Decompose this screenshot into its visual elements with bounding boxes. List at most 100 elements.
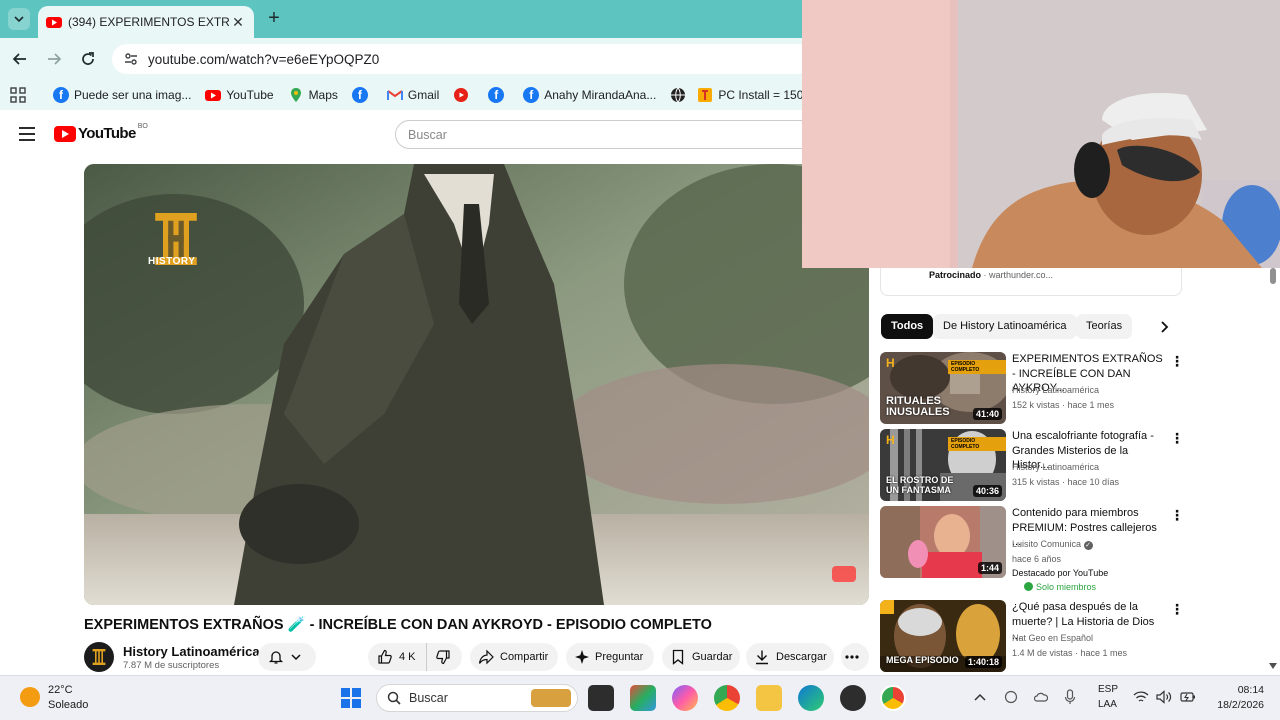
recommendation-channel: History Latinoamérica xyxy=(1012,385,1100,395)
taskbar-app-chrome[interactable] xyxy=(714,685,740,711)
reload-icon xyxy=(82,52,94,65)
bell-icon xyxy=(268,651,284,664)
save-button[interactable]: Guardar xyxy=(662,643,740,671)
dislike-button[interactable] xyxy=(426,643,462,671)
bookmark-item[interactable]: f xyxy=(488,87,509,103)
address-bar[interactable]: youtube.com/watch?v=e6eEYpOQPZ0 xyxy=(112,44,812,74)
input-layout[interactable]: LAA xyxy=(1098,699,1117,710)
recommendation-channel: Nat Geo en Español xyxy=(1012,633,1094,643)
like-button[interactable]: 4 K xyxy=(368,643,426,671)
members-icon xyxy=(1024,582,1033,591)
bookmark-item[interactable] xyxy=(453,87,474,103)
chevron-up-icon[interactable] xyxy=(974,692,986,702)
sponsored-domain: warthunder.co... xyxy=(989,270,1054,280)
windows-start-icon[interactable] xyxy=(340,687,362,709)
recommendation-item[interactable]: 1:44 Contenido para miembros PREMIUM: Po… xyxy=(880,506,1184,592)
wifi-icon[interactable] xyxy=(1133,690,1149,704)
bookmark-item[interactable]: PC Install = 150... xyxy=(697,87,813,103)
video-thumbnail[interactable]: MEGA EPISODIO 1:40:18 xyxy=(880,600,1006,672)
bookmark-item[interactable]: f Anahy MirandaAna... xyxy=(523,87,656,103)
battery-icon[interactable] xyxy=(1180,690,1196,704)
bookmark-item[interactable]: f Puede ser una imag... xyxy=(53,87,191,103)
input-language[interactable]: ESP xyxy=(1098,684,1118,695)
more-vertical-icon[interactable]: ⋮ xyxy=(1170,354,1184,370)
taskbar-app-edge[interactable] xyxy=(798,685,824,711)
microphone-icon[interactable] xyxy=(1064,689,1076,705)
history-watermark-text: HISTORY xyxy=(148,256,196,267)
facebook-icon: f xyxy=(523,87,540,103)
youtube-logo[interactable]: YouTube BO xyxy=(54,123,148,142)
duration-badge: 41:40 xyxy=(972,408,1002,420)
bookmark-item[interactable]: Maps xyxy=(288,87,338,103)
recommendation-item[interactable]: H EPISODIO COMPLETO RITUALES INUSUALES 4… xyxy=(880,352,1184,424)
site-info-icon[interactable] xyxy=(120,48,142,70)
facebook-icon: f xyxy=(351,87,368,103)
chevron-right-icon[interactable] xyxy=(1158,320,1170,334)
clock-time[interactable]: 08:14 xyxy=(1234,684,1264,696)
recommendation-meta: 315 k vistas · hace 10 días xyxy=(1012,477,1120,487)
youtube-icon xyxy=(205,90,222,101)
weather-sun-icon[interactable] xyxy=(20,687,40,707)
taskbar-app-game[interactable] xyxy=(630,685,656,711)
download-icon xyxy=(756,650,768,665)
apps-grid-button[interactable] xyxy=(10,87,31,103)
back-button[interactable] xyxy=(8,47,32,71)
forward-button[interactable] xyxy=(42,47,66,71)
chip-channel[interactable]: De History Latinoamérica xyxy=(933,314,1077,339)
network-icon[interactable] xyxy=(1004,690,1018,704)
taskbar-app-recorder[interactable] xyxy=(840,685,866,711)
recommendation-item[interactable]: MEGA EPISODIO 1:40:18 ¿Qué pasa después … xyxy=(880,600,1184,672)
more-vertical-icon[interactable]: ⋮ xyxy=(1170,508,1184,524)
bookmark-item[interactable]: YouTube xyxy=(205,87,274,103)
cloud-icon[interactable] xyxy=(1034,690,1048,704)
share-button[interactable]: Compartir xyxy=(470,643,558,671)
weather-temperature[interactable]: 22°C xyxy=(48,684,73,696)
tab-search-button[interactable] xyxy=(8,8,30,30)
weather-condition[interactable]: Soleado xyxy=(48,699,88,711)
bookmark-item[interactable]: f xyxy=(351,87,373,103)
chip-theories[interactable]: Teorías xyxy=(1076,314,1133,339)
scroll-down-arrow-icon[interactable] xyxy=(1268,662,1278,670)
video-thumbnail[interactable]: H EPISODIO COMPLETO EL ROSTRO DE UN FANT… xyxy=(880,429,1006,501)
sponsored-label: Patrocinado xyxy=(929,270,982,280)
clock-date[interactable]: 18/2/2026 xyxy=(1212,699,1264,711)
youtube-search-input[interactable]: Buscar xyxy=(395,120,805,149)
more-actions-button[interactable] xyxy=(841,643,869,671)
chevron-down-icon xyxy=(14,16,24,23)
download-button[interactable]: Descargar xyxy=(746,643,834,671)
youtube-icon xyxy=(454,88,469,102)
channel-avatar[interactable] xyxy=(84,642,114,672)
taskbar-app-file-explorer[interactable] xyxy=(756,685,782,711)
recommendation-meta: 1.4 M de vistas · hace 1 mes xyxy=(1012,648,1128,658)
taskbar-app-copilot[interactable] xyxy=(672,685,698,711)
taskbar-search-input[interactable]: Buscar xyxy=(376,684,578,712)
more-vertical-icon[interactable]: ⋮ xyxy=(1170,602,1184,618)
sponsored-card[interactable]: Patrocinado · warthunder.co... xyxy=(880,266,1182,296)
taskbar-app-chrome-profile[interactable] xyxy=(880,685,906,711)
active-tab[interactable]: (394) EXPERIMENTOS EXTRAÑOS ✕ xyxy=(38,6,254,38)
volume-icon[interactable] xyxy=(1156,690,1172,704)
tab-close-icon[interactable]: ✕ xyxy=(230,14,246,30)
more-vertical-icon[interactable]: ⋮ xyxy=(1170,431,1184,447)
webcam-feed xyxy=(802,0,1280,268)
menu-icon[interactable] xyxy=(18,126,36,142)
recommendation-meta: 152 k vistas · hace 1 mes xyxy=(1012,400,1115,410)
reload-button[interactable] xyxy=(76,47,100,71)
bookmark-item[interactable] xyxy=(670,87,691,103)
video-thumbnail[interactable]: 1:44 xyxy=(880,506,1006,578)
apps-grid-icon xyxy=(10,87,26,103)
new-tab-button[interactable]: + xyxy=(264,8,284,29)
channel-name[interactable]: History Latinoamérica xyxy=(123,644,260,659)
facebook-icon: f xyxy=(488,87,505,103)
maps-pin-icon xyxy=(290,88,301,102)
page-scrollbar-thumb[interactable] xyxy=(1270,268,1276,284)
bookmark-item[interactable]: Gmail xyxy=(386,87,439,103)
video-thumbnail[interactable]: H EPISODIO COMPLETO RITUALES INUSUALES 4… xyxy=(880,352,1006,424)
taskbar-app-taskview[interactable] xyxy=(588,685,614,711)
youtube-watermark-icon[interactable] xyxy=(832,566,856,582)
ask-button[interactable]: Preguntar xyxy=(566,643,654,671)
notifications-button[interactable] xyxy=(258,643,316,671)
subscriber-count: 7.87 M de suscriptores xyxy=(123,660,220,671)
recommendation-item[interactable]: H EPISODIO COMPLETO EL ROSTRO DE UN FANT… xyxy=(880,429,1184,501)
chip-all[interactable]: Todos xyxy=(881,314,934,339)
